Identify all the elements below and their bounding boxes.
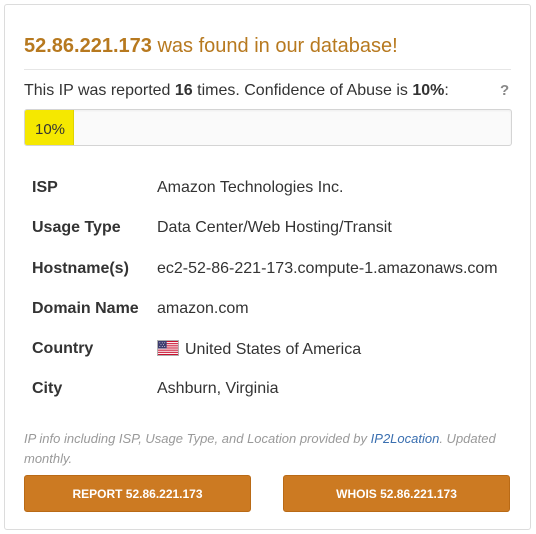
progress-label: 10% — [35, 121, 66, 138]
ip-address: 52.86.221.173 — [24, 35, 152, 57]
report-ip-button[interactable]: REPORT 52.86.221.173 — [24, 475, 251, 512]
data-source-note: IP info including ISP, Usage Type, and L… — [24, 429, 504, 469]
ip2location-link[interactable]: IP2Location — [371, 431, 440, 446]
detail-label: ISP — [32, 179, 58, 196]
detail-label: Domain Name — [32, 299, 139, 317]
detail-row-country: Country United States of America — [24, 330, 511, 370]
page-title: 52.86.221.173 was found in our database! — [24, 35, 398, 58]
country-name: United States of America — [185, 341, 362, 359]
confidence-value: 10% — [412, 82, 445, 99]
divider — [24, 69, 511, 70]
help-icon[interactable]: ? — [500, 82, 509, 99]
detail-value: Data Center/Web Hosting/Transit — [157, 219, 392, 237]
whois-button[interactable]: WHOIS 52.86.221.173 — [283, 475, 510, 512]
detail-value-country: United States of America — [157, 340, 361, 359]
us-flag-icon — [157, 340, 179, 357]
report-summary: This IP was reported 16 times. Confidenc… — [24, 82, 449, 100]
ip-details-table: ISP Amazon Technologies Inc. Usage Type … — [24, 169, 511, 411]
detail-value: amazon.com — [157, 299, 249, 317]
detail-row-usage-type: Usage Type Data Center/Web Hosting/Trans… — [24, 209, 511, 249]
report-suffix: : — [444, 82, 449, 99]
confidence-progress-bar: 10% — [24, 109, 512, 146]
detail-label: Usage Type — [32, 219, 121, 237]
detail-label: Hostname(s) — [32, 259, 129, 277]
found-text: was found in our database! — [151, 35, 398, 57]
detail-value: ec2-52-86-221-173.compute-1.amazonaws.co… — [157, 259, 498, 277]
detail-row-hostname: Hostname(s) ec2-52-86-221-173.compute-1.… — [24, 250, 511, 290]
detail-value: Amazon Technologies Inc. — [157, 179, 344, 196]
footnote-text: IP info including ISP, Usage Type, and L… — [24, 431, 371, 446]
detail-row-city: City Ashburn, Virginia — [24, 370, 511, 410]
detail-label: City — [32, 380, 63, 398]
ip-result-card: 52.86.221.173 was found in our database!… — [4, 4, 531, 530]
report-count: 16 — [174, 82, 193, 99]
detail-row-isp: ISP Amazon Technologies Inc. — [24, 169, 511, 209]
report-prefix: This IP was reported — [24, 82, 175, 99]
detail-row-domain-name: Domain Name amazon.com — [24, 290, 511, 330]
report-middle: times. Confidence of Abuse is — [192, 82, 413, 99]
detail-value: Ashburn, Virginia — [157, 380, 279, 398]
detail-label: Country — [32, 340, 94, 358]
